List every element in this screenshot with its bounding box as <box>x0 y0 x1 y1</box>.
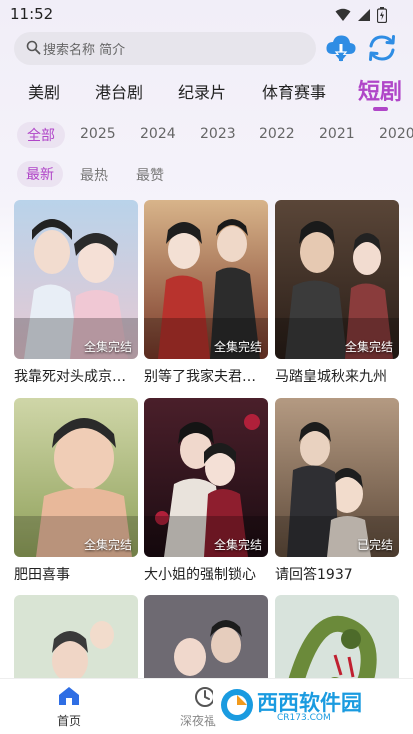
drama-title: 马踏皇城秋来九州 <box>275 369 387 385</box>
signal-icon <box>358 9 370 21</box>
year-filter: 全部 2025 2024 2023 2022 2021 2020 <box>0 120 413 150</box>
sort-latest[interactable]: 最新 <box>17 161 63 187</box>
status-time: 11:52 <box>10 5 54 23</box>
watermark-logo-icon <box>221 689 253 721</box>
sort-filter: 最新 最热 最赞 <box>0 160 413 188</box>
sort-hottest[interactable]: 最热 <box>80 165 108 185</box>
drama-card[interactable]: 全集完结 我靠死对头成京城第一神棍 <box>14 200 138 386</box>
drama-card[interactable]: 已完结 请回答1937 <box>275 398 399 584</box>
poster-image: 全集完结 <box>14 200 138 359</box>
tab-sports[interactable]: 体育赛事 <box>262 79 326 103</box>
poster-image: 全集完结 <box>144 200 268 359</box>
status-badge: 全集完结 <box>83 340 132 354</box>
sort-most-liked[interactable]: 最赞 <box>136 165 164 185</box>
tab-documentary[interactable]: 纪录片 <box>178 79 226 103</box>
drama-card[interactable]: 全集完结 肥田喜事 <box>14 398 138 584</box>
drama-card[interactable]: 全集完结 大小姐的强制锁心 <box>144 398 268 584</box>
search-icon <box>26 40 41 55</box>
drama-title: 肥田喜事 <box>14 567 70 583</box>
status-badge: 全集完结 <box>344 340 393 354</box>
year-2022[interactable]: 2022 <box>259 126 295 142</box>
refresh-icon[interactable] <box>366 33 398 63</box>
poster-image: 全集完结 <box>275 200 399 359</box>
status-bar: 11:52 <box>0 0 413 30</box>
status-badge: 全集完结 <box>83 538 132 552</box>
status-badge: 全集完结 <box>213 340 262 354</box>
year-2020[interactable]: 2020 <box>379 126 413 142</box>
status-badge: 已完结 <box>356 538 393 552</box>
watermark-sub: CR173.COM <box>277 713 331 723</box>
year-2021[interactable]: 2021 <box>319 126 355 142</box>
home-icon <box>59 687 79 705</box>
poster-image: 已完结 <box>275 398 399 557</box>
tab-short-drama[interactable]: 短剧 <box>358 74 402 106</box>
nav-home-label: 首页 <box>56 714 81 728</box>
wifi-icon <box>335 8 351 21</box>
tab-gangtaiju[interactable]: 港台剧 <box>95 79 143 103</box>
status-badge: 全集完结 <box>213 538 262 552</box>
year-2025[interactable]: 2025 <box>80 126 116 142</box>
year-2024[interactable]: 2024 <box>140 126 176 142</box>
battery-icon <box>377 7 387 23</box>
search-placeholder: 搜索名称 简介 <box>43 43 126 58</box>
site-watermark: 西西软件园 CR173.COM <box>213 683 395 727</box>
drama-title: 我靠死对头成京城第一神棍 <box>14 369 138 385</box>
poster-image: 全集完结 <box>14 398 138 557</box>
drama-card[interactable]: 全集完结 别等了我家夫君有点背 <box>144 200 268 386</box>
nav-home[interactable]: 首页 <box>50 686 88 729</box>
search-input[interactable]: 搜索名称 简介 <box>14 32 316 65</box>
tab-indicator <box>373 107 388 111</box>
drama-card[interactable]: 全集完结 马踏皇城秋来九州 <box>275 200 399 386</box>
year-2023[interactable]: 2023 <box>200 126 236 142</box>
year-all[interactable]: 全部 <box>17 122 65 148</box>
drama-title: 别等了我家夫君有点背 <box>144 369 268 385</box>
app-screen: 11:52 搜索名称 简介 美剧 港台剧 纪录片 体育赛事 短剧 全部 2025… <box>0 0 413 734</box>
drama-title: 请回答1937 <box>275 567 353 583</box>
category-tabs: 美剧 港台剧 纪录片 体育赛事 短剧 <box>0 72 413 112</box>
tab-meiju[interactable]: 美剧 <box>28 79 60 103</box>
drama-title: 大小姐的强制锁心 <box>144 567 256 583</box>
cloud-download-icon[interactable] <box>325 33 357 63</box>
poster-image: 全集完结 <box>144 398 268 557</box>
